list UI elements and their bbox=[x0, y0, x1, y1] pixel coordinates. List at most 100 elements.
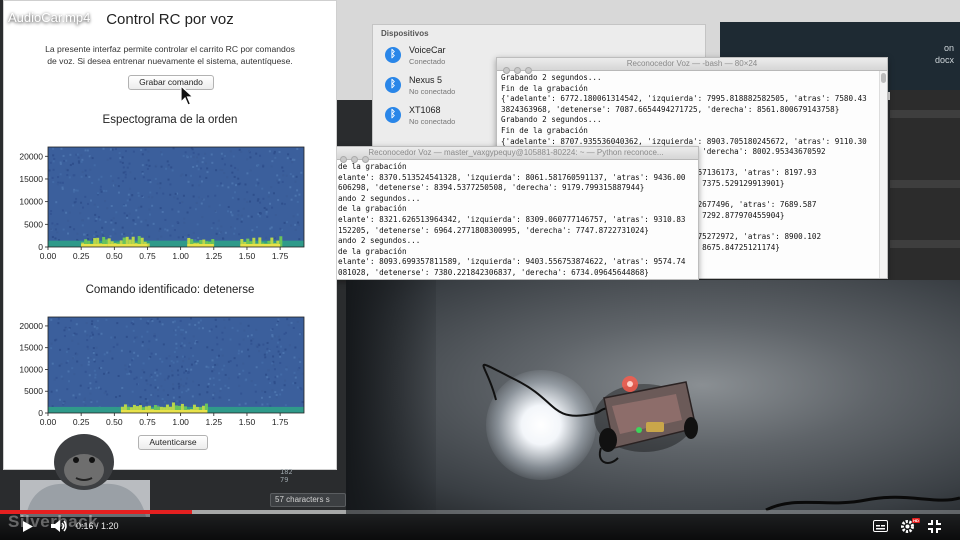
spectrogram-cell bbox=[156, 238, 159, 241]
close-window-button[interactable] bbox=[503, 67, 510, 74]
spectrogram-cell bbox=[89, 382, 92, 385]
spectrogram-cell bbox=[197, 321, 200, 324]
spectrogram-cell bbox=[86, 334, 89, 337]
spectrogram-cell bbox=[164, 378, 167, 381]
scrollbar-thumb[interactable] bbox=[881, 73, 886, 83]
terminal-titlebar[interactable]: Reconocedor Voz — master_vaxgypequy@1058… bbox=[334, 147, 698, 163]
exit-fullscreen-icon[interactable] bbox=[928, 520, 941, 533]
spectrogram-cell bbox=[261, 390, 264, 393]
spectrogram-cell bbox=[181, 365, 184, 368]
spectrogram-cell bbox=[132, 233, 135, 236]
volume-icon[interactable] bbox=[50, 519, 68, 533]
spectrogram-cell bbox=[234, 191, 237, 194]
spectrogram-cell bbox=[149, 191, 152, 194]
spectrogram-cell bbox=[272, 192, 275, 195]
bluetooth-device-xt1068[interactable]: ᛒ XT1068 No conectado bbox=[381, 103, 501, 133]
bluetooth-device-nexus5[interactable]: ᛒ Nexus 5 No conectado bbox=[381, 73, 501, 103]
spectrogram-cell bbox=[277, 181, 280, 184]
record-command-button[interactable]: Grabar comando bbox=[128, 75, 214, 90]
spectrogram-cell bbox=[189, 206, 192, 209]
minimize-window-button[interactable] bbox=[351, 156, 358, 163]
device-name: XT1068 bbox=[409, 105, 441, 115]
spectrogram-cell bbox=[240, 150, 243, 153]
spectrogram-cell bbox=[201, 198, 204, 201]
minimize-window-button[interactable] bbox=[514, 67, 521, 74]
spectrogram-cell bbox=[104, 221, 107, 224]
spectrogram-cell bbox=[214, 210, 217, 213]
subtitles-icon[interactable] bbox=[873, 520, 888, 532]
spectrogram-cell bbox=[81, 224, 84, 227]
spectrogram-cell bbox=[50, 318, 53, 321]
spectrogram-cell bbox=[190, 368, 193, 371]
spectrogram-cell bbox=[136, 354, 139, 357]
spectrogram-cell bbox=[153, 335, 156, 338]
terminal-line: ando 2 segundos... bbox=[338, 193, 421, 203]
spectrogram-cell bbox=[114, 222, 117, 225]
spectrogram-cell bbox=[293, 356, 296, 359]
spectrogram-cell bbox=[238, 384, 241, 387]
spectrogram-cell bbox=[283, 384, 286, 387]
spectrogram-cell bbox=[159, 207, 162, 210]
spectrogram-cell bbox=[170, 360, 173, 363]
y-tick-label: 10000 bbox=[19, 197, 43, 207]
spectrogram-cell bbox=[151, 320, 154, 323]
spectrogram-cell bbox=[62, 402, 65, 405]
spectrogram-cell bbox=[216, 343, 219, 346]
spectrogram-cell bbox=[70, 319, 73, 322]
spectrogram-cell bbox=[249, 200, 252, 203]
spectrogram-cell bbox=[139, 317, 142, 320]
spectrogram-cell bbox=[216, 227, 219, 230]
spectrogram-cell bbox=[99, 218, 102, 221]
spectrogram-cell bbox=[134, 336, 137, 339]
spectrogram-cell bbox=[285, 221, 288, 224]
bluetooth-device-voicecar[interactable]: ᛒ VoiceCar Conectado bbox=[381, 43, 501, 73]
spectrogram-cell bbox=[156, 374, 159, 377]
spectrogram-cell bbox=[270, 186, 273, 189]
play-icon[interactable] bbox=[22, 520, 34, 533]
terminal-titlebar[interactable]: Reconocedor Voz — -bash — 80×24 bbox=[497, 58, 887, 74]
spectrogram-cell bbox=[271, 389, 274, 392]
video-title[interactable]: AudioCar.mp4 bbox=[8, 10, 90, 25]
spectrogram-cell bbox=[146, 224, 149, 227]
spectrogram-cell bbox=[57, 317, 60, 320]
close-window-button[interactable] bbox=[340, 156, 347, 163]
spectrogram-cell bbox=[71, 339, 74, 342]
spectrogram-cell bbox=[103, 392, 106, 395]
spectrogram-cell bbox=[252, 193, 255, 196]
spectrogram-cell bbox=[210, 227, 213, 230]
spectrogram-cell bbox=[294, 376, 297, 379]
time-display: 0:16 / 1:20 bbox=[76, 521, 119, 531]
spectrogram-cell bbox=[112, 228, 115, 231]
spectrogram-cell bbox=[160, 385, 163, 388]
spectrogram-cell bbox=[216, 356, 219, 359]
spectrogram-cell bbox=[172, 396, 175, 399]
spectrogram-cell bbox=[53, 157, 56, 160]
spectrogram-cell bbox=[135, 336, 138, 339]
spectrogram-cell bbox=[156, 386, 159, 389]
terminal-scrollbar[interactable] bbox=[879, 71, 887, 278]
spectrogram-cell bbox=[200, 167, 203, 170]
spectrogram-cell bbox=[50, 210, 53, 213]
spectrogram-cell bbox=[127, 193, 130, 196]
spectrogram-cell bbox=[93, 360, 96, 363]
spectrogram-cell bbox=[204, 162, 207, 165]
spectrogram-cell bbox=[72, 334, 75, 337]
spectrogram-cell bbox=[128, 162, 131, 165]
spectrogram-cell bbox=[195, 156, 198, 159]
terminal-window-python[interactable]: Reconocedor Voz — master_vaxgypequy@1058… bbox=[333, 146, 699, 280]
spectrogram-cell bbox=[94, 373, 97, 376]
spectrogram-cell bbox=[76, 353, 79, 356]
spectrogram-cell bbox=[229, 338, 232, 341]
spectrogram-cell bbox=[216, 184, 219, 187]
spectrogram-cell bbox=[147, 159, 150, 162]
zoom-window-button[interactable] bbox=[362, 156, 369, 163]
spectrogram-cell bbox=[204, 152, 207, 155]
spectrogram-cell bbox=[297, 221, 300, 224]
spectrogram-cell bbox=[194, 342, 197, 345]
spectrogram-cell bbox=[104, 200, 107, 203]
spectrogram-cell bbox=[247, 215, 250, 218]
zoom-window-button[interactable] bbox=[525, 67, 532, 74]
spectrogram-cell bbox=[274, 391, 277, 394]
spectrogram-cell bbox=[223, 364, 226, 367]
spectrogram-cell bbox=[102, 372, 105, 375]
